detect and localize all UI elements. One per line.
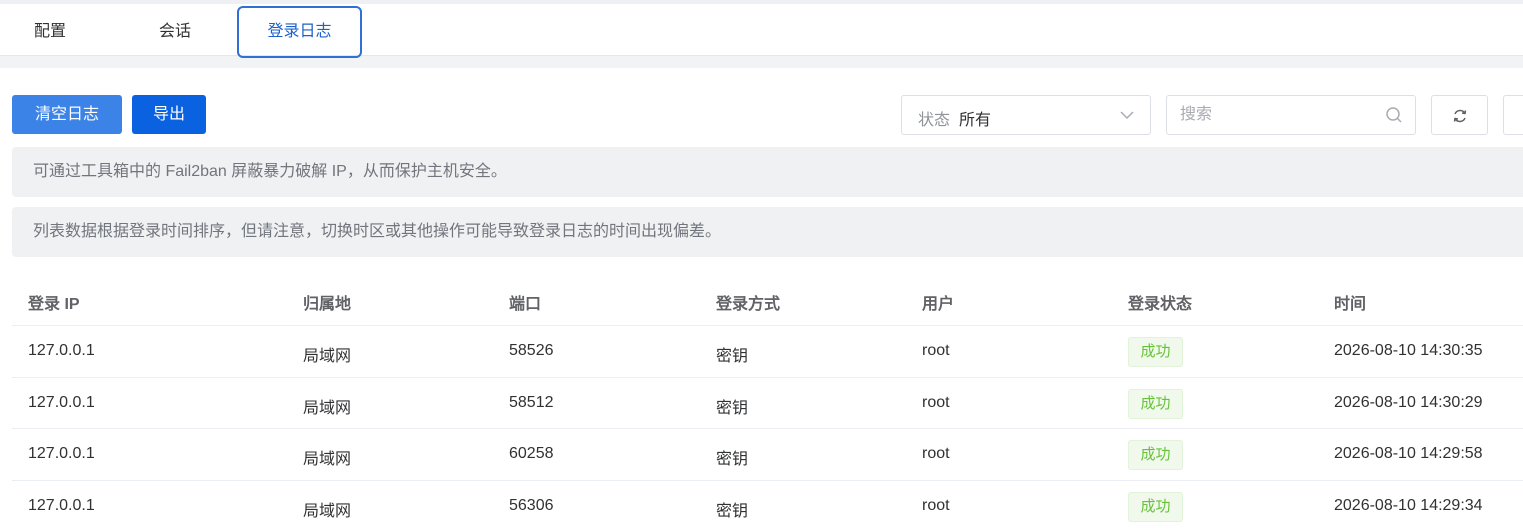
table-row[interactable]: 127.0.0.1 局域网 60258 密钥 root 成功 2026-08-1…	[12, 429, 1523, 481]
column-header-location[interactable]: 归属地	[303, 290, 351, 314]
notice-fail2ban: 可通过工具箱中的 Fail2ban 屏蔽暴力破解 IP，从而保护主机安全。	[12, 147, 1523, 197]
cell-method: 密钥	[716, 399, 749, 417]
cell-port: 58526	[509, 342, 554, 359]
table-row[interactable]: 127.0.0.1 局域网 58512 密钥 root 成功 2026-08-1…	[12, 378, 1523, 429]
cell-method: 密钥	[716, 348, 749, 365]
tab-bar: 配置 会话 登录日志	[0, 0, 1523, 58]
cell-method: 密钥	[716, 502, 749, 520]
cell-port: 56306	[509, 496, 554, 514]
tab-login-log[interactable]: 登录日志	[237, 6, 362, 58]
cell-location: 局域网	[303, 451, 352, 468]
cell-user: root	[922, 496, 950, 514]
cell-port: 58512	[509, 393, 554, 411]
status-badge: 成功	[1128, 491, 1183, 522]
cell-ip: 127.0.0.1	[28, 496, 95, 514]
cell-ip: 127.0.0.1	[28, 342, 95, 359]
column-header-method[interactable]: 登录方式	[716, 290, 780, 314]
status-select-label: 状态	[918, 112, 951, 129]
status-badge: 成功	[1128, 337, 1183, 367]
cell-user: root	[922, 445, 950, 462]
status-badge: 成功	[1128, 388, 1183, 419]
cell-location: 局域网	[303, 399, 352, 417]
cell-ip: 127.0.0.1	[28, 393, 95, 411]
cell-port: 60258	[509, 445, 554, 462]
status-select[interactable]: 状态 所有	[901, 95, 1151, 135]
cell-time: 2026-08-10 14:29:34	[1334, 496, 1483, 514]
notice-timezone: 列表数据根据登录时间排序，但请注意，切换时区或其他操作可能导致登录日志的时间出现…	[12, 207, 1523, 257]
chevron-down-icon	[1120, 111, 1134, 120]
cell-time: 2026-08-10 14:29:58	[1334, 445, 1483, 462]
search-box	[1166, 95, 1416, 135]
search-input[interactable]	[1180, 102, 1380, 128]
cell-user: root	[922, 393, 950, 411]
column-header-port[interactable]: 端口	[509, 290, 541, 314]
column-header-ip[interactable]: 登录 IP	[28, 290, 80, 314]
status-select-value: 所有	[959, 112, 992, 129]
tab-sessions[interactable]: 会话	[125, 8, 225, 58]
cell-ip: 127.0.0.1	[28, 445, 95, 462]
table-header: 登录 IP 归属地 端口 登录方式 用户 登录状态 时间	[12, 274, 1523, 326]
clear-log-button[interactable]: 清空日志	[12, 95, 122, 134]
cell-location: 局域网	[303, 502, 352, 520]
status-badge: 成功	[1128, 440, 1183, 470]
column-settings-button[interactable]	[1503, 95, 1523, 135]
cell-user: root	[922, 342, 950, 359]
refresh-button[interactable]	[1431, 95, 1488, 135]
column-header-status[interactable]: 登录状态	[1128, 290, 1192, 314]
refresh-icon	[1453, 109, 1467, 123]
login-log-table: 登录 IP 归属地 端口 登录方式 用户 登录状态 时间 127.0.0.1 局…	[12, 274, 1523, 529]
table-row[interactable]: 127.0.0.1 局域网 56306 密钥 root 成功 2026-08-1…	[12, 481, 1523, 529]
cell-location: 局域网	[303, 348, 352, 365]
column-header-time[interactable]: 时间	[1334, 290, 1366, 314]
export-button[interactable]: 导出	[132, 95, 206, 134]
cell-method: 密钥	[716, 451, 749, 468]
search-icon[interactable]	[1385, 106, 1403, 124]
cell-time: 2026-08-10 14:30:35	[1334, 342, 1483, 359]
main-panel: 清空日志 导出 状态 所有 可通过工具箱中的 Fail2ban 屏蔽暴力破解 I…	[0, 68, 1523, 529]
table-row[interactable]: 127.0.0.1 局域网 58526 密钥 root 成功 2026-08-1…	[12, 326, 1523, 378]
tab-config[interactable]: 配置	[0, 8, 100, 58]
cell-time: 2026-08-10 14:30:29	[1334, 393, 1483, 411]
column-header-user[interactable]: 用户	[922, 290, 954, 314]
